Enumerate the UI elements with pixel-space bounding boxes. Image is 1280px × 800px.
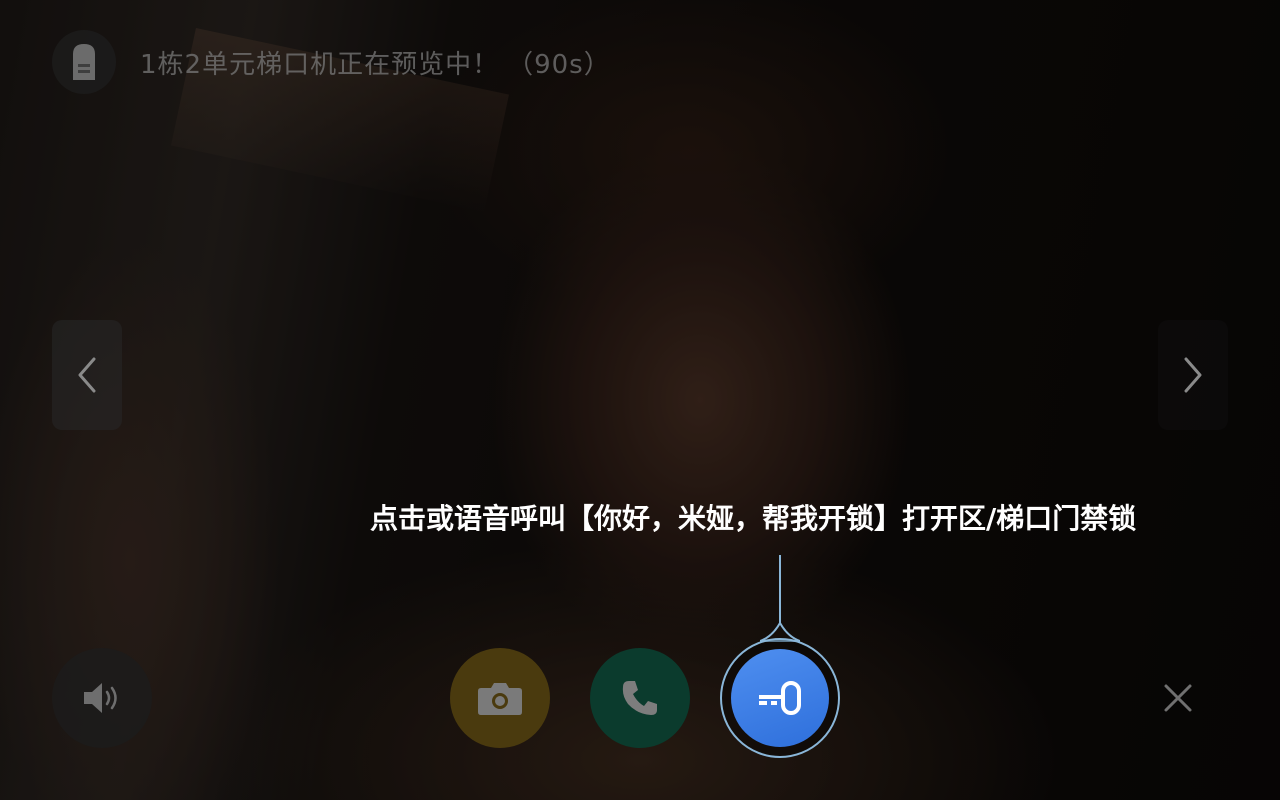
- unlock-button[interactable]: [731, 649, 829, 747]
- preview-status-text: 1栋2单元梯口机正在预览中！ （90s）: [140, 44, 611, 81]
- speaker-button[interactable]: [52, 648, 152, 748]
- next-device-button[interactable]: [1158, 320, 1228, 430]
- close-icon: [1164, 684, 1192, 712]
- unlock-hint: 点击或语音呼叫【你好，米娅，帮我开锁】打开区/梯口门禁锁: [370, 502, 1137, 535]
- intercom-device-icon: [52, 30, 116, 94]
- status-bar: 1栋2单元梯口机正在预览中！ （90s）: [52, 30, 611, 94]
- chevron-right-icon: [1184, 357, 1202, 393]
- call-button[interactable]: [590, 648, 690, 748]
- snapshot-button[interactable]: [450, 648, 550, 748]
- camera-icon: [478, 683, 522, 715]
- preview-label: 1栋2单元梯口机正在预览中！: [140, 49, 500, 80]
- speaker-icon: [84, 683, 117, 713]
- preview-countdown: （90s）: [507, 49, 611, 80]
- chevron-left-icon: [78, 357, 96, 393]
- key-icon: [759, 681, 801, 715]
- hint-pointer-line: [760, 555, 800, 642]
- intercom-preview-screen: 1栋2单元梯口机正在预览中！ （90s） 点击或语音呼叫【你好，米娅，帮我开锁】…: [0, 0, 1280, 800]
- close-button[interactable]: [1128, 648, 1228, 748]
- phone-icon: [622, 681, 657, 715]
- prev-device-button[interactable]: [52, 320, 122, 430]
